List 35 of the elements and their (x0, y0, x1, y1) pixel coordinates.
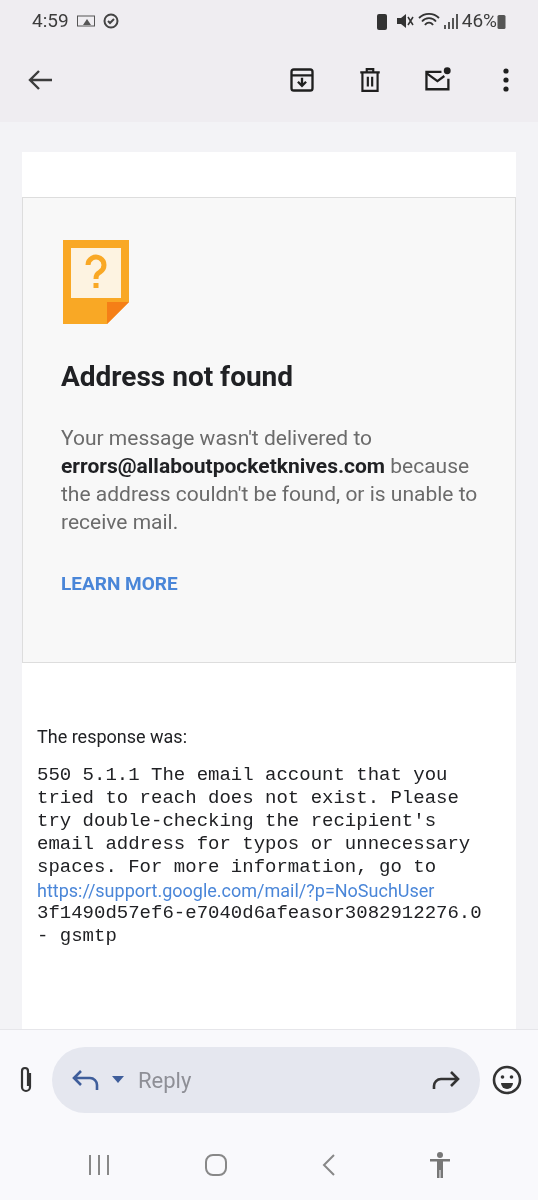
accessibility-icon[interactable] (429, 1152, 452, 1178)
recent-apps-icon[interactable] (86, 1154, 111, 1176)
response-text-line: spaces. For more information, go to (37, 855, 438, 879)
check-circle-icon (102, 13, 119, 29)
response-text-line: - gsmtp (37, 924, 118, 948)
support-link[interactable]: https://support.google.com/mail/?p=NoSuchUser (37, 878, 501, 902)
caret-icon (112, 1076, 124, 1084)
response-text-line: try double-checking the recipient's (37, 809, 438, 833)
mute-icon (395, 12, 414, 30)
battery-icon (497, 13, 506, 29)
forward-arrow-icon (432, 1070, 460, 1090)
reply-field[interactable]: Reply (52, 1047, 480, 1113)
response-text-line: 550 5.1.1 The email account that you (37, 763, 449, 787)
bounce-message: Your message wasn't delivered to errors@allaboutpocketknives.com because the address couldn't be found, or is unable to receive mail. (61, 424, 479, 536)
status-time: 4:59 (32, 7, 69, 34)
reply-input[interactable]: Reply (138, 1063, 432, 1097)
back-arrow-icon (27, 68, 53, 91)
response-text-line: tried to reach does not exist. Please (37, 786, 460, 810)
battery-percentage: 46% (461, 7, 497, 34)
response-text-line: email address for typos or unnecessary (37, 832, 472, 856)
question-note-icon (61, 237, 131, 326)
reply-arrow-icon (72, 1069, 100, 1091)
trash-icon (357, 65, 383, 94)
response-heading: The response was: (37, 724, 188, 749)
gallery-icon (76, 15, 95, 27)
bounce-title: Address not found (61, 358, 295, 395)
learn-more-link[interactable]: LEARN MORE (61, 569, 477, 599)
back-icon[interactable] (321, 1153, 336, 1177)
signal-icon (443, 13, 458, 29)
emoji-icon (492, 1065, 522, 1095)
more-icon (503, 67, 509, 92)
archive-icon (288, 65, 316, 94)
response-text-line: 3f1490d57ef6-e7040d6afeasor3082912276.0 (37, 901, 483, 925)
battery-saver-icon (375, 12, 388, 30)
home-icon[interactable] (204, 1153, 229, 1177)
